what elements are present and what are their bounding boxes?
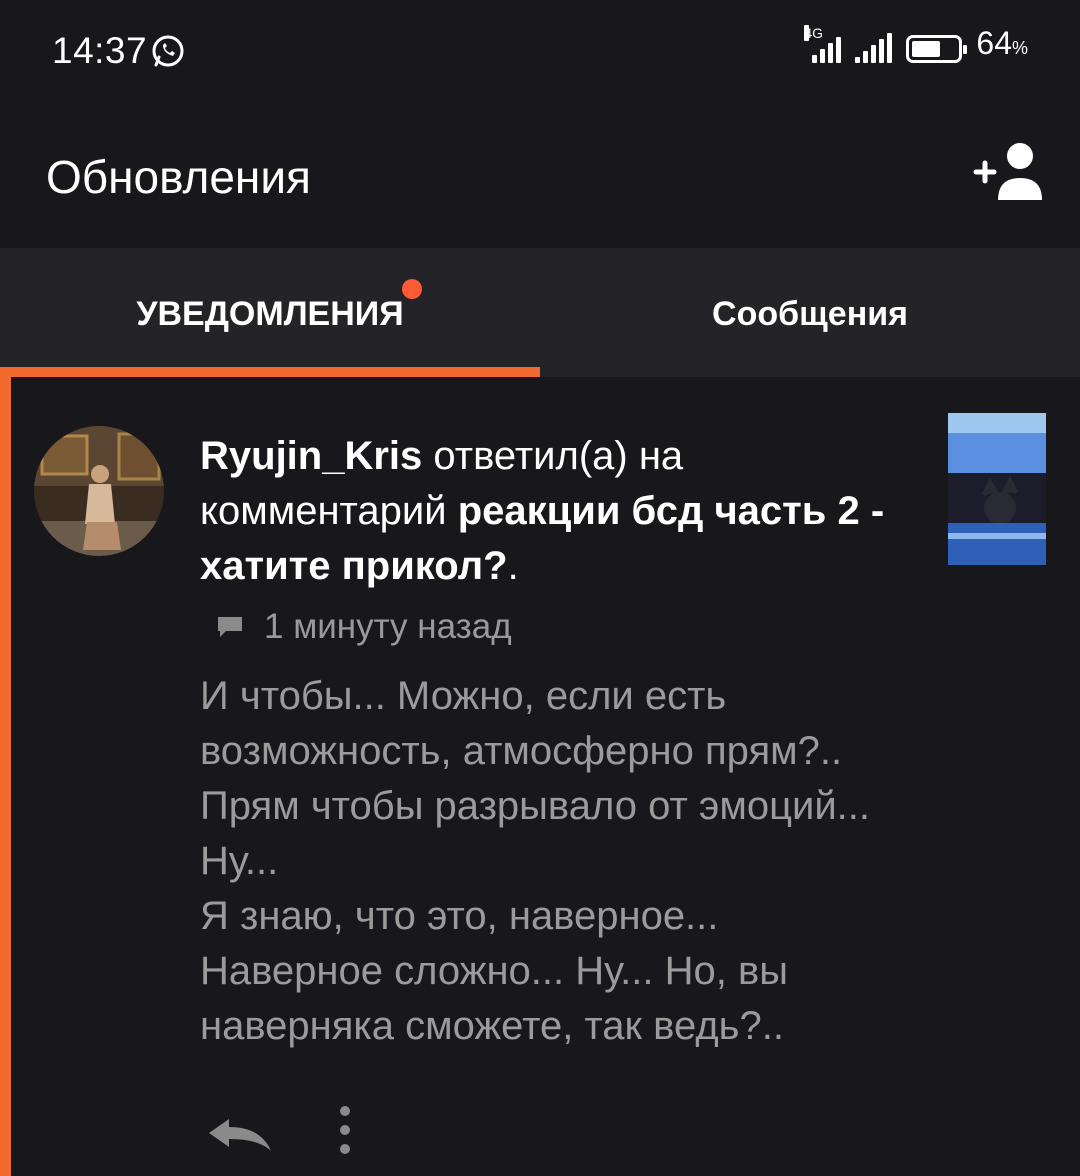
status-icons: 4G 64%: [804, 25, 1028, 63]
battery-percent: 64%: [976, 25, 1028, 63]
more-vertical-icon[interactable]: [335, 1105, 355, 1155]
notification-username[interactable]: Ryujin_Kris: [200, 434, 422, 478]
notification-meta: 1 минуту назад: [218, 607, 512, 647]
add-user-icon: [973, 143, 1042, 200]
tab-messages-label: Сообщения: [712, 294, 908, 333]
page-title: Обновления: [46, 151, 311, 203]
add-user-button[interactable]: [970, 138, 1050, 208]
battery-unit: %: [1011, 38, 1028, 58]
network-type: 4G: [804, 25, 824, 41]
comment-body: И чтобы... Можно, если есть возможность,…: [200, 674, 871, 1048]
notification-item[interactable]: Ryujin_Kris ответил(а) на комментарий ре…: [0, 377, 1080, 1176]
app-header: Обновления: [0, 100, 1080, 248]
reply-icon[interactable]: [205, 1115, 275, 1155]
tab-notifications[interactable]: УВЕДОМЛЕНИЯ: [0, 248, 540, 380]
notification-time: 1 минуту назад: [264, 607, 512, 646]
tab-notifications-text: УВЕДОМЛЕНИЯ: [136, 294, 404, 333]
status-time: 14:37: [52, 30, 148, 71]
comment-icon: [218, 617, 242, 637]
avatar[interactable]: [34, 426, 164, 556]
battery-icon: [906, 35, 968, 63]
tab-messages[interactable]: Сообщения: [540, 248, 1080, 380]
whatsapp-icon: [152, 35, 184, 67]
battery-value: 64: [976, 25, 1012, 61]
status-bar: 14:37 4G 64%: [0, 0, 1080, 100]
tab-notifications-label: УВЕДОМЛЕНИЯ: [136, 278, 422, 334]
battery-fill: [912, 41, 941, 57]
signal-icon: [855, 33, 893, 63]
tab-bar: УВЕДОМЛЕНИЯ Сообщения: [0, 248, 1080, 380]
unread-dot: [401, 278, 422, 299]
active-tab-indicator: [0, 367, 540, 377]
unread-accent-bar: [0, 377, 11, 1176]
signal-4g-icon: 4G: [804, 25, 842, 63]
notification-end: .: [507, 544, 519, 588]
post-thumbnail[interactable]: [948, 413, 1046, 565]
notification-text: Ryujin_Kris ответил(а) на комментарий ре…: [200, 429, 900, 594]
